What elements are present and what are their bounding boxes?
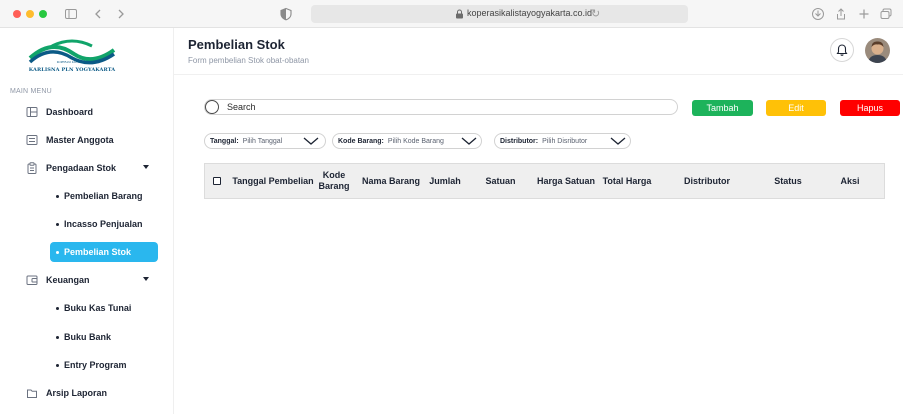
sidebar-item-pengadaan-stok[interactable]: Pengadaan Stok xyxy=(0,158,174,178)
user-avatar-image xyxy=(865,38,890,63)
notifications-button[interactable] xyxy=(830,38,854,62)
sidebar-subitem-pembelian-barang[interactable]: Pembelian Barang xyxy=(0,186,174,206)
chevron-down-icon xyxy=(461,137,477,145)
search-input[interactable] xyxy=(227,101,657,113)
chevron-down-icon xyxy=(303,137,319,145)
column-header-distributor[interactable]: Distributor xyxy=(657,164,757,198)
bullet-icon xyxy=(56,364,59,367)
bullet-icon xyxy=(56,223,59,226)
column-header-status[interactable]: Status xyxy=(759,164,817,198)
sidebar-subitem-pembelian-stok[interactable]: Pembelian Stok xyxy=(0,242,174,262)
bullet-icon xyxy=(56,251,59,254)
sidebar-item-label: Keuangan xyxy=(46,275,90,285)
layout-icon xyxy=(26,107,38,117)
tambah-button[interactable]: Tambah xyxy=(692,100,753,116)
sidebar-item-master-anggota[interactable]: Master Anggota xyxy=(0,130,174,150)
address-bar[interactable]: koperasikalistayogyakarta.co.id ↻ xyxy=(311,5,688,23)
sidebar-item-label: Dashboard xyxy=(46,107,94,117)
search-bar[interactable] xyxy=(204,99,678,115)
chevron-down-icon[interactable] xyxy=(143,277,149,281)
close-window-button[interactable] xyxy=(13,10,21,18)
distributor-filter[interactable]: Distributor: Pilih Disributor xyxy=(494,133,631,149)
edit-button[interactable]: Edit xyxy=(766,100,826,116)
filter-value: Pilih Tanggal xyxy=(242,137,283,145)
folder-icon xyxy=(27,389,37,398)
tanggal-filter[interactable]: Tanggal: Pilih Tanggal xyxy=(204,133,326,149)
clipboard-icon xyxy=(27,162,37,174)
column-header-total-harga[interactable]: Total Harga xyxy=(599,164,655,198)
forward-icon[interactable] xyxy=(115,6,127,22)
column-header-tanggal-pembelian[interactable]: Tanggal Pembelian xyxy=(229,164,317,198)
download-icon[interactable] xyxy=(811,6,825,22)
column-header-jumlah[interactable]: Jumlah xyxy=(427,164,463,198)
shield-icon[interactable] xyxy=(279,6,293,22)
sidebar-subitem-entry-program[interactable]: Entry Program xyxy=(0,355,174,375)
filter-value: Pilih Kode Barang xyxy=(387,137,444,145)
column-header-aksi[interactable]: Aksi xyxy=(819,164,881,198)
sidebar-subitem-buku-kas-tunai[interactable]: Buku Kas Tunai xyxy=(0,298,174,318)
logo-text: KARLISNA PLN YOGYAKARTA xyxy=(28,67,116,73)
main-content: Tambah Edit Hapus Tanggal: Pilih Tanggal… xyxy=(174,76,903,414)
bullet-icon xyxy=(56,307,59,310)
filter-label: Tanggal: xyxy=(210,137,239,145)
sidebar-item-label: Arsip Laporan xyxy=(46,388,108,398)
select-all-checkbox[interactable] xyxy=(213,177,221,185)
hapus-button[interactable]: Hapus xyxy=(840,100,900,116)
minimize-window-button[interactable] xyxy=(26,10,34,18)
column-header-kode-barang[interactable]: Kode Barang xyxy=(317,164,351,198)
page-header: Pembelian Stok Form pembelian Stok obat-… xyxy=(174,28,903,75)
sidebar-item-label: Pengadaan Stok xyxy=(46,163,117,173)
column-header-nama-barang[interactable]: Nama Barang xyxy=(355,164,427,198)
filter-value: Pilih Disributor xyxy=(542,137,588,145)
bell-icon xyxy=(836,44,848,56)
url-text: koperasikalistayogyakarta.co.id xyxy=(467,8,593,18)
chevron-down-icon xyxy=(610,137,626,145)
tab-overview-icon[interactable] xyxy=(879,6,893,22)
back-icon[interactable] xyxy=(92,6,104,22)
reload-icon[interactable]: ↻ xyxy=(591,7,600,20)
share-icon[interactable] xyxy=(834,6,848,22)
table-header: Tanggal Pembelian Kode Barang Nama Baran… xyxy=(205,164,884,198)
bullet-icon xyxy=(56,195,59,198)
page-subtitle: Form pembelian Stok obat-obatan xyxy=(188,56,309,65)
kode-barang-filter[interactable]: Kode Barang: Pilih Kode Barang xyxy=(332,133,482,149)
logo-small-text: KOPERASI KARYAWAN xyxy=(57,60,88,64)
column-header-harga-satuan[interactable]: Harga Satuan xyxy=(535,164,597,198)
wallet-icon xyxy=(26,275,38,285)
id-card-icon xyxy=(26,135,38,145)
avatar[interactable] xyxy=(865,38,890,63)
page-title: Pembelian Stok xyxy=(188,37,285,52)
sidebar-item-dashboard[interactable]: Dashboard xyxy=(0,102,174,122)
sidebar-subitem-buku-bank[interactable]: Buku Bank xyxy=(0,327,174,347)
zoom-window-button[interactable] xyxy=(39,10,47,18)
brand-logo-mark: KOPERASI KARYAWAN xyxy=(28,39,116,65)
sidebar-subitem-label: Entry Program xyxy=(64,360,127,370)
sidebar-subitem-incasso-penjualan[interactable]: Incasso Penjualan xyxy=(0,214,174,234)
main-menu-heading: MAIN MENU xyxy=(10,88,52,95)
sidebar-subitem-label: Buku Bank xyxy=(64,332,112,342)
bullet-icon xyxy=(56,336,59,339)
pembelian-stok-table: Tanggal Pembelian Kode Barang Nama Baran… xyxy=(204,163,885,199)
filter-label: Distributor: xyxy=(500,137,539,145)
column-header-satuan[interactable]: Satuan xyxy=(470,164,531,198)
chevron-down-icon[interactable] xyxy=(143,165,149,169)
sidebar-subitem-label: Pembelian Barang xyxy=(64,191,143,201)
sidebar: KOPERASI KARYAWAN KARLISNA PLN YOGYAKART… xyxy=(0,28,174,414)
brand-logo[interactable]: KOPERASI KARYAWAN KARLISNA PLN YOGYAKART… xyxy=(22,36,122,76)
sidebar-item-keuangan[interactable]: Keuangan xyxy=(0,270,174,290)
sidebar-item-arsip-laporan[interactable]: Arsip Laporan xyxy=(0,383,174,403)
sidebar-subitem-label: Buku Kas Tunai xyxy=(64,303,132,313)
sidebar-subitem-label: Pembelian Stok xyxy=(64,247,132,257)
new-tab-icon[interactable] xyxy=(857,6,871,22)
browser-toolbar: koperasikalistayogyakarta.co.id ↻ xyxy=(0,0,903,28)
sidebar-toggle-icon[interactable] xyxy=(64,6,78,22)
filter-label: Kode Barang: xyxy=(338,137,384,145)
search-icon xyxy=(205,100,219,114)
sidebar-item-label: Master Anggota xyxy=(46,135,114,145)
sidebar-subitem-label: Incasso Penjualan xyxy=(64,219,143,229)
lock-icon xyxy=(456,9,463,19)
